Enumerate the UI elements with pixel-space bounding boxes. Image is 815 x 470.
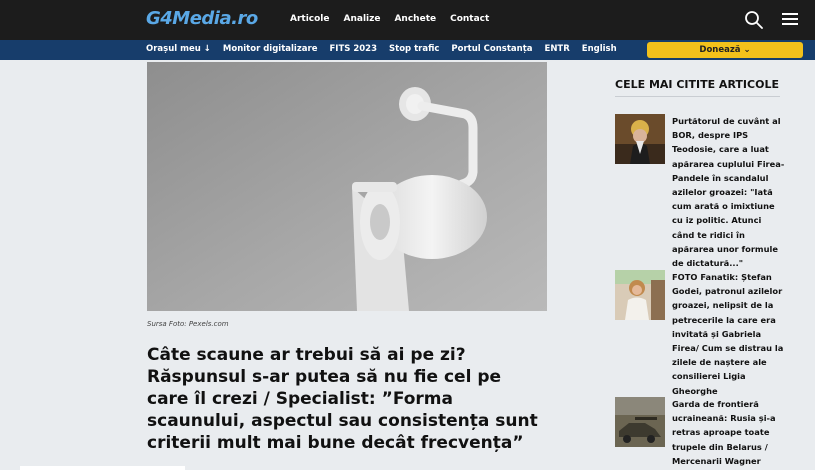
top-navbar: G4Media.ro Articole Analize Anchete Cont… [0, 0, 815, 40]
article-thumbnail[interactable] [615, 397, 665, 447]
most-read-item[interactable]: FOTO Fanatik: Ștefan Godei, patronul azi… [615, 270, 785, 398]
subnav-orasul-meu[interactable]: Orașul meu ↓ [146, 44, 211, 54]
search-icon[interactable] [744, 10, 764, 30]
subnav-stop-trafic[interactable]: Stop trafic [389, 44, 439, 54]
subnav-portul-constanta[interactable]: Portul Constanța [451, 44, 532, 54]
hamburger-menu-icon[interactable] [782, 12, 798, 26]
nav-analize[interactable]: Analize [344, 14, 381, 24]
article-thumbnail[interactable] [615, 114, 665, 164]
article-hero-image [147, 62, 547, 311]
subnav-fits-2023[interactable]: FITS 2023 [330, 44, 378, 54]
subnav-monitor-digitalizare[interactable]: Monitor digitalizare [223, 44, 318, 54]
secondary-nav: Orașul meu ↓ Monitor digitalizare FITS 2… [146, 44, 617, 54]
most-read-item[interactable]: Purtătorul de cuvânt al BOR, despre IPS … [615, 114, 785, 270]
subnav-entr[interactable]: ENTR [545, 44, 570, 54]
article-headline[interactable]: Câte scaune ar trebui să ai pe zi? Răspu… [147, 344, 547, 454]
donate-button[interactable]: Donează ⌄ [647, 42, 803, 58]
nav-anchete[interactable]: Anchete [394, 14, 436, 24]
article-thumbnail[interactable] [615, 270, 665, 320]
image-caption: Sursa Foto: Pexels.com [147, 320, 229, 328]
main-nav: Articole Analize Anchete Contact [290, 14, 489, 24]
nav-articole[interactable]: Articole [290, 14, 330, 24]
content-card-edge [20, 466, 185, 470]
site-logo[interactable]: G4Media.ro [146, 8, 258, 29]
divider [615, 96, 780, 97]
nav-contact[interactable]: Contact [450, 14, 489, 24]
most-read-item[interactable]: Garda de frontieră ucraineană: Rusia și-… [615, 397, 785, 468]
most-read-item-title: FOTO Fanatik: Ștefan Godei, patronul azi… [672, 272, 784, 396]
most-read-item-title: Purtătorul de cuvânt al BOR, despre IPS … [672, 116, 785, 269]
most-read-item-title: Garda de frontieră ucraineană: Rusia și-… [672, 399, 776, 466]
most-read-title: CELE MAI CITITE ARTICOLE [615, 78, 779, 91]
subnav-english[interactable]: English [582, 44, 617, 54]
